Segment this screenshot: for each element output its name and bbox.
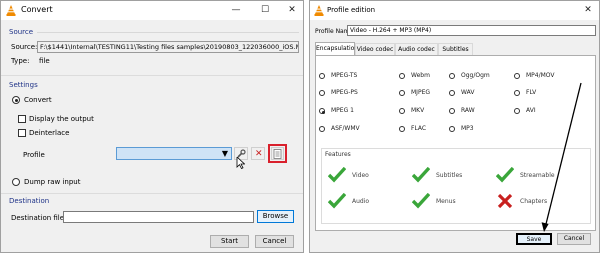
encapsulation-option-label: MPEG-PS — [331, 89, 358, 96]
encapsulation-radio-wav[interactable] — [449, 90, 455, 96]
dump-raw-radio[interactable] — [12, 178, 20, 186]
encapsulation-radio-raw[interactable] — [449, 108, 455, 114]
start-button[interactable]: Start — [210, 235, 249, 248]
encapsulation-radio-flac[interactable] — [399, 126, 405, 132]
window-title: Profile edition — [327, 6, 376, 14]
display-output-checkbox[interactable] — [18, 115, 26, 123]
cancel-button[interactable]: Cancel — [255, 235, 294, 248]
checkmark-icon — [412, 193, 430, 209]
feature-label-streamable: Streamable — [520, 172, 555, 179]
minimize-button[interactable]: — — [227, 3, 245, 17]
encapsulation-radio-mp4-mov[interactable] — [514, 73, 520, 79]
source-separator — [37, 32, 299, 33]
profile-label: Profile — [23, 151, 45, 159]
encapsulation-radio-webm[interactable] — [399, 73, 405, 79]
encapsulation-radio-mpeg-ps[interactable] — [319, 90, 325, 96]
red-x-icon: ✕ — [255, 149, 263, 159]
encapsulation-option-label: ASF/WMV — [331, 125, 360, 132]
chevron-down-icon: ▼ — [221, 149, 228, 158]
encapsulation-option-label: MJPEG — [411, 89, 431, 96]
tab-subtitles[interactable]: Subtitles — [438, 43, 473, 55]
encapsulation-option-label: RAW — [461, 107, 475, 114]
encapsulation-option-label: MP4/MOV — [526, 72, 555, 79]
feature-label-video: Video — [352, 172, 369, 179]
cancel-button[interactable]: Cancel — [557, 233, 591, 245]
display-output-label: Display the output — [29, 115, 94, 123]
delete-profile-button[interactable]: ✕ — [251, 147, 265, 160]
save-button[interactable]: Save — [516, 233, 552, 245]
deinterlace-checkbox[interactable] — [18, 129, 26, 137]
vlc-cone-icon — [314, 5, 324, 16]
encapsulation-option-label: Ogg/Ogm — [461, 72, 490, 79]
profile-name-input[interactable]: Video - H.264 + MP3 (MP4) — [347, 25, 596, 36]
convert-titlebar[interactable]: Convert — ☐ ✕ — [1, 1, 303, 20]
encapsulation-option-label: AVI — [526, 107, 536, 114]
encapsulation-option-label: Webm — [411, 72, 430, 79]
destination-file-input[interactable] — [63, 211, 254, 223]
dump-raw-label: Dump raw input — [24, 178, 81, 186]
encapsulation-panel: MPEG-TS Webm Ogg/Ogm MP4/MOV MPEG-PS MJPEG WAV… — [315, 55, 596, 231]
checkmark-icon — [496, 167, 514, 183]
encapsulation-radio-mpeg-1[interactable] — [319, 108, 325, 114]
vlc-cone-icon — [6, 5, 16, 16]
tab-video-codec[interactable]: Video codec — [355, 43, 395, 55]
tab-audio-codec[interactable]: Audio codec — [395, 43, 438, 55]
feature-label-audio: Audio — [352, 198, 370, 205]
encapsulation-radio-mjpeg[interactable] — [399, 90, 405, 96]
source-label: Source: — [11, 43, 38, 51]
encapsulation-radio-flv[interactable] — [514, 90, 520, 96]
encapsulation-option-label: FLV — [526, 89, 537, 96]
convert-radio[interactable] — [12, 96, 20, 104]
encapsulation-option-label: MPEG-TS — [331, 72, 358, 79]
features-section-label: Features — [325, 151, 351, 158]
close-button[interactable]: ✕ — [579, 3, 597, 17]
encapsulation-option-label: WAV — [461, 89, 475, 96]
type-value: file — [39, 57, 50, 65]
profile-titlebar[interactable]: Profile edition ✕ — [310, 1, 599, 20]
checkmark-icon — [328, 193, 346, 209]
deinterlace-label: Deinterlace — [29, 129, 70, 137]
tab-encapsulation[interactable]: Encapsulation — [315, 42, 358, 55]
cross-icon — [497, 193, 513, 209]
close-button[interactable]: ✕ — [283, 3, 301, 17]
destination-file-label: Destination file: — [11, 214, 67, 222]
feature-label-chapters: Chapters — [520, 198, 548, 205]
new-profile-button[interactable] — [271, 147, 284, 160]
encapsulation-option-label: FLAC — [411, 125, 427, 132]
encapsulation-radio-mp3[interactable] — [449, 126, 455, 132]
features-group: Features Video Subtitles Streamable Audio Me… — [321, 148, 591, 224]
encapsulation-radio-avi[interactable] — [514, 108, 520, 114]
encapsulation-radio-mkv[interactable] — [399, 108, 405, 114]
encapsulation-radio-ogg-ogm[interactable] — [449, 73, 455, 79]
browse-button[interactable]: Browse — [257, 210, 294, 223]
new-profile-icon — [273, 149, 282, 159]
type-label: Type: — [11, 57, 30, 65]
mouse-cursor-icon — [236, 157, 245, 169]
feature-label-subtitles: Subtitles — [436, 172, 463, 179]
source-section-label: Source — [9, 28, 34, 36]
window-title: Convert — [21, 5, 53, 14]
settings-top-separator — [1, 75, 303, 76]
encapsulation-option-label: MPEG 1 — [331, 107, 354, 114]
feature-label-menus: Menus — [436, 198, 456, 205]
convert-option-label: Convert — [24, 96, 52, 104]
convert-window: Convert — ☐ ✕ Source Source: F:\$1441\In… — [0, 0, 304, 253]
encapsulation-radio-asf-wmv[interactable] — [319, 126, 325, 132]
destination-top-separator — [1, 193, 303, 194]
source-path-field[interactable]: F:\$1441\Internal\TESTING11\Testing file… — [37, 41, 299, 53]
encapsulation-option-label: MKV — [411, 107, 425, 114]
profile-edition-window: Profile edition ✕ Profile Name Video - H… — [309, 0, 600, 253]
checkmark-icon — [328, 167, 346, 183]
encapsulation-option-label: MP3 — [461, 125, 474, 132]
encapsulation-radio-mpeg-ts[interactable] — [319, 73, 325, 79]
settings-section-label: Settings — [9, 81, 38, 89]
maximize-button[interactable]: ☐ — [256, 3, 274, 17]
destination-section-label: Destination — [9, 197, 50, 205]
profile-dropdown[interactable]: ▼ — [116, 147, 232, 160]
checkmark-icon — [412, 167, 430, 183]
